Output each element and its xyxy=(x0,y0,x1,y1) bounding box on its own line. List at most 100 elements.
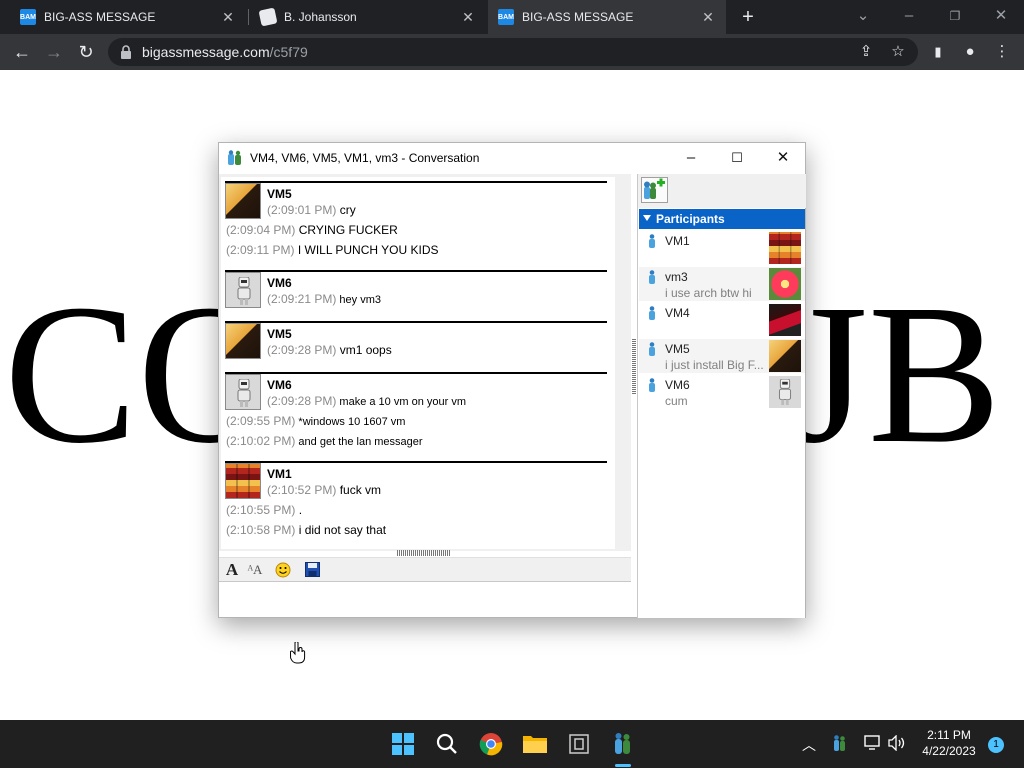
save-icon[interactable] xyxy=(302,560,322,580)
window-titlebar[interactable]: VM4, VM6, VM5, VM1, vm3 - Conversation –… xyxy=(219,143,805,173)
message-history[interactable]: VM5 (2:09:01 PM) cry (2:09:04 PM) CRYING… xyxy=(221,177,615,549)
browser-tab-3-active[interactable]: BAM BIG-ASS MESSAGE ✕ xyxy=(488,0,726,34)
bookmark-star-icon[interactable]: ☆ xyxy=(888,42,908,62)
chrome-taskbar-button[interactable] xyxy=(476,729,506,759)
clock-time: 2:11 PM xyxy=(927,728,971,742)
participant-item[interactable]: VM6 cum xyxy=(639,375,805,409)
show-hidden-icons-chevron-icon[interactable]: ︿ xyxy=(802,735,816,755)
lan-messenger-taskbar-button[interactable] xyxy=(608,729,638,759)
share-icon[interactable]: ⇪ xyxy=(856,42,876,62)
horizontal-splitter-grip[interactable] xyxy=(397,550,451,556)
participant-avatar xyxy=(769,340,801,372)
app-taskbar-button[interactable] xyxy=(564,729,594,759)
tab-label: B. Johansson xyxy=(284,10,357,24)
message-separator xyxy=(225,372,607,374)
side-panel-icon[interactable]: ▮ xyxy=(928,42,948,62)
reload-icon[interactable]: ↻ xyxy=(74,40,98,64)
profile-icon[interactable]: ● xyxy=(960,42,980,62)
windows-logo-icon xyxy=(392,733,414,755)
user-status-icon xyxy=(649,306,655,320)
folder-icon xyxy=(523,736,547,753)
search-button[interactable] xyxy=(432,729,462,759)
font-icon[interactable]: A xyxy=(222,560,242,580)
robot-avatar-icon xyxy=(237,379,251,407)
lan-messenger-icon xyxy=(615,733,630,754)
new-tab-button[interactable]: + xyxy=(738,6,758,28)
add-contact-icon xyxy=(644,178,665,199)
participants-header[interactable]: Participants xyxy=(639,209,805,229)
volume-icon[interactable] xyxy=(888,734,906,754)
participant-status: cum xyxy=(665,394,688,408)
participant-avatar xyxy=(769,232,801,264)
avatar xyxy=(225,374,261,410)
participant-avatar xyxy=(769,376,801,408)
message-line: (2:09:55 PM) *windows 10 1607 vm xyxy=(226,414,406,428)
clock-date: 4/22/2023 xyxy=(922,744,976,758)
start-button[interactable] xyxy=(388,729,418,759)
bg-text-right: JB xyxy=(790,264,1002,485)
browser-tab-strip: BAM BIG-ASS MESSAGE ✕ B. Johansson ✕ BAM… xyxy=(0,0,1024,34)
window-maximize-button[interactable]: ☐ xyxy=(717,147,757,169)
message-line: (2:10:55 PM) . xyxy=(226,503,303,517)
forward-arrow-icon[interactable]: → xyxy=(42,40,66,64)
participant-status: i use arch btw hi xyxy=(665,286,752,300)
tab-label: BIG-ASS MESSAGE xyxy=(522,10,634,24)
restore-icon[interactable]: ❐ xyxy=(943,4,967,28)
close-browser-icon[interactable]: ✕ xyxy=(989,4,1013,28)
user-status-icon xyxy=(649,234,655,248)
participant-item[interactable]: VM1 xyxy=(639,231,805,265)
message-sender: VM5 xyxy=(267,327,292,341)
message-line: (2:09:28 PM) vm1 oops xyxy=(267,343,392,357)
minimize-icon[interactable]: – xyxy=(897,4,921,28)
emoticon-icon[interactable] xyxy=(273,560,293,580)
back-arrow-icon[interactable]: ← xyxy=(10,40,34,64)
message-line: (2:09:01 PM) cry xyxy=(267,203,356,217)
bam-favicon-icon: BAM xyxy=(498,9,514,25)
browser-toolbar: ← → ↻ bigassmessage.com/c5f79 ⇪ ☆ ▮ ● ⋮ xyxy=(0,34,1024,70)
vertical-splitter-grip[interactable] xyxy=(632,338,636,394)
tray-lan-messenger-icon[interactable] xyxy=(832,734,848,755)
message-separator xyxy=(225,270,607,272)
notification-badge[interactable]: 1 xyxy=(988,737,1004,753)
tab-label: BIG-ASS MESSAGE xyxy=(44,10,156,24)
tab-close-icon[interactable]: ✕ xyxy=(700,9,716,26)
search-icon xyxy=(436,733,457,754)
tab-close-icon[interactable]: ✕ xyxy=(460,9,476,26)
message-separator xyxy=(225,461,607,463)
document-favicon-icon xyxy=(258,7,278,27)
network-icon[interactable] xyxy=(864,735,882,754)
system-clock[interactable]: 2:11 PM 4/22/2023 xyxy=(914,727,984,759)
font-color-icon[interactable]: ᴬA xyxy=(245,560,265,580)
user-status-icon xyxy=(649,270,655,284)
message-line: (2:10:52 PM) fuck vm xyxy=(267,483,382,497)
participant-name: VM4 xyxy=(665,306,690,320)
window-close-button[interactable]: ✕ xyxy=(763,147,803,169)
conversation-window: VM4, VM6, VM5, VM1, vm3 - Conversation –… xyxy=(218,142,806,618)
tab-search-chevron-icon[interactable]: ⌄ xyxy=(851,4,875,28)
message-sender: VM5 xyxy=(267,187,292,201)
tab-separator xyxy=(248,9,249,25)
hand-cursor-icon xyxy=(290,642,306,664)
browser-tab-2[interactable]: B. Johansson ✕ xyxy=(250,0,486,34)
participant-avatar xyxy=(769,304,801,336)
participant-item[interactable]: VM4 xyxy=(639,303,805,337)
active-app-indicator xyxy=(615,764,631,767)
window-minimize-button[interactable]: – xyxy=(671,147,711,169)
message-input[interactable] xyxy=(219,581,631,617)
add-contact-button[interactable] xyxy=(641,177,668,203)
formatting-toolbar: A ᴬA xyxy=(219,557,631,581)
message-sender: VM6 xyxy=(267,276,292,290)
participant-name: VM6 xyxy=(665,378,690,392)
avatar xyxy=(225,463,261,499)
address-bar[interactable]: bigassmessage.com/c5f79 xyxy=(108,38,918,66)
browser-tab-1[interactable]: BAM BIG-ASS MESSAGE ✕ xyxy=(10,0,246,34)
tab-close-icon[interactable]: ✕ xyxy=(220,9,236,26)
menu-kebab-icon[interactable]: ⋮ xyxy=(992,42,1012,62)
message-line: (2:09:21 PM) hey vm3 xyxy=(267,292,382,306)
participant-item[interactable]: VM5 i just install Big F... xyxy=(639,339,805,373)
participant-name: VM5 xyxy=(665,342,690,356)
participant-item[interactable]: vm3 i use arch btw hi xyxy=(639,267,805,301)
collapse-triangle-icon xyxy=(643,215,651,221)
file-explorer-button[interactable] xyxy=(520,729,550,759)
message-separator xyxy=(225,181,607,183)
